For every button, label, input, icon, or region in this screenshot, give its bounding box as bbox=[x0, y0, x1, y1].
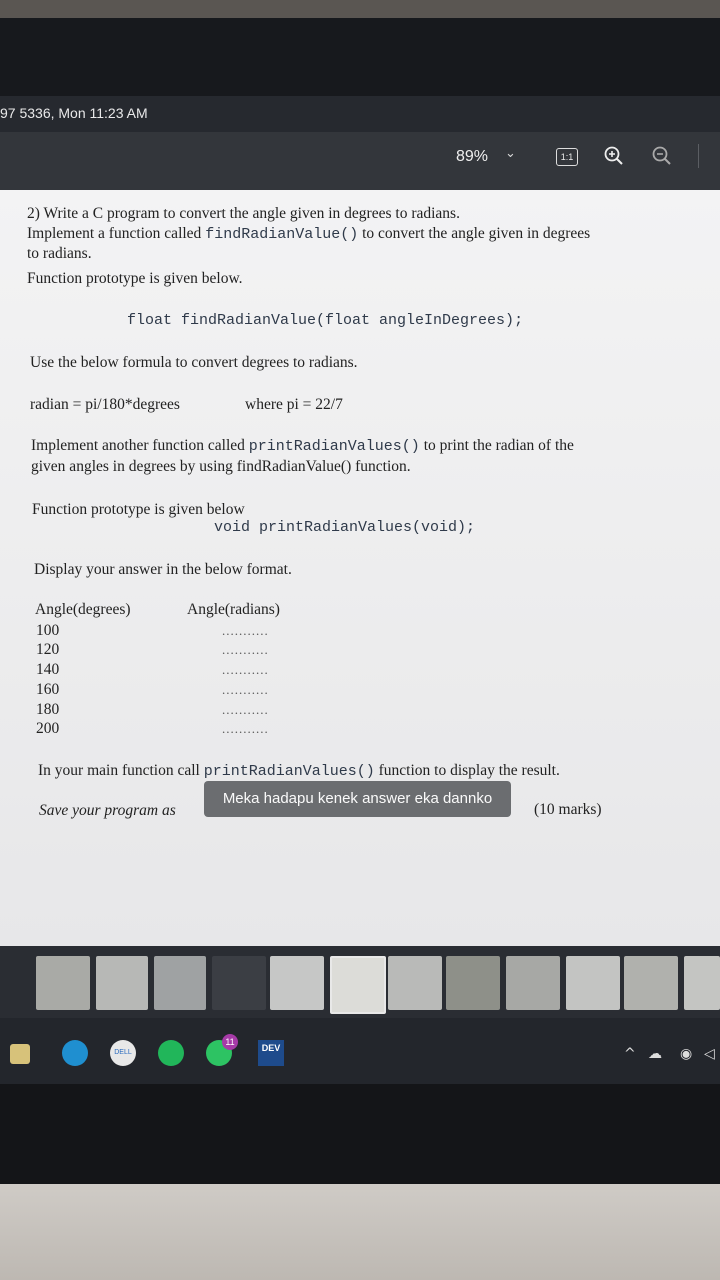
zoom-in-icon[interactable] bbox=[604, 146, 624, 171]
window-title: 97 5336, Mon 11:23 AM bbox=[0, 105, 148, 121]
cloud-icon[interactable]: ☁ bbox=[648, 1046, 662, 1062]
toolbar-divider bbox=[698, 144, 699, 168]
angle-row: 100 bbox=[36, 622, 60, 639]
radian-placeholder: ........... bbox=[222, 662, 269, 677]
window-thumbnail[interactable] bbox=[154, 956, 206, 1010]
question-line-3: to radians. bbox=[27, 245, 92, 262]
angle-row: 160 bbox=[36, 681, 60, 698]
question-line-2: Implement a function called findRadianVa… bbox=[27, 225, 591, 243]
message-toast[interactable]: Meka hadapu kenek answer eka dannko bbox=[204, 781, 511, 817]
globe-icon[interactable]: ◉ bbox=[680, 1046, 692, 1062]
window-thumbnail[interactable] bbox=[446, 956, 500, 1010]
window-thumbnail[interactable] bbox=[270, 956, 324, 1010]
taskbar bbox=[0, 1018, 720, 1084]
dev-cpp-icon[interactable]: DEV bbox=[258, 1040, 284, 1066]
formula-intro: Use the below formula to convert degrees… bbox=[30, 354, 358, 371]
window-thumbnail[interactable] bbox=[506, 956, 560, 1010]
radian-placeholder: ........... bbox=[222, 702, 269, 717]
question-line-4: Function prototype is given below. bbox=[27, 270, 243, 287]
impl2-line-1: Implement another function called printR… bbox=[31, 437, 574, 455]
main-instruction: In your main function call printRadianVa… bbox=[38, 762, 560, 780]
formula-where: where pi = 22/7 bbox=[245, 396, 343, 413]
desk-surface bbox=[0, 1184, 720, 1280]
zoom-level[interactable]: 89% bbox=[456, 148, 488, 166]
actual-size-button[interactable]: 1:1 bbox=[556, 148, 578, 166]
radian-placeholder: ........... bbox=[222, 642, 269, 657]
angle-row: 200 bbox=[36, 720, 60, 737]
prototype-print: void printRadianValues(void); bbox=[214, 519, 476, 536]
edge-icon[interactable] bbox=[62, 1040, 88, 1066]
question-line-1: 2) Write a C program to convert the angl… bbox=[27, 205, 460, 222]
window-thumbnail[interactable] bbox=[96, 956, 148, 1010]
prototype2-intro: Function prototype is given below bbox=[32, 501, 245, 518]
chevron-down-icon[interactable]: ⌄ bbox=[505, 146, 516, 161]
spotify-icon[interactable] bbox=[158, 1040, 184, 1066]
window-thumbnail-active[interactable] bbox=[330, 956, 386, 1014]
monitor-bezel bbox=[0, 0, 720, 18]
window-thumbnail[interactable] bbox=[212, 956, 266, 1010]
angle-row: 120 bbox=[36, 641, 60, 658]
save-instruction: Save your program as bbox=[39, 802, 176, 819]
column-degrees: Angle(degrees) bbox=[35, 601, 131, 618]
window-thumbnail[interactable] bbox=[388, 956, 442, 1010]
prototype-find: float findRadianValue(float angleInDegre… bbox=[127, 312, 524, 329]
whatsapp-badge: 11 bbox=[222, 1034, 238, 1050]
window-thumbnail[interactable] bbox=[684, 956, 720, 1010]
window-thumbnail[interactable] bbox=[624, 956, 678, 1010]
screen-top-area bbox=[0, 18, 720, 96]
marks: (10 marks) bbox=[534, 801, 602, 818]
window-thumbnail[interactable] bbox=[566, 956, 620, 1010]
start-icon[interactable] bbox=[10, 1044, 30, 1064]
window-thumbnail[interactable] bbox=[36, 956, 90, 1010]
angle-row: 180 bbox=[36, 701, 60, 718]
monitor-bottom bbox=[0, 1084, 720, 1184]
radian-placeholder: ........... bbox=[222, 682, 269, 697]
document-page: 2) Write a C program to convert the angl… bbox=[0, 190, 720, 946]
chevron-up-icon[interactable]: ^ bbox=[624, 1046, 636, 1062]
impl2-line-2: given angles in degrees by using findRad… bbox=[31, 458, 411, 475]
angle-row: 140 bbox=[36, 661, 60, 678]
radian-placeholder: ........... bbox=[222, 721, 269, 736]
radian-placeholder: ........... bbox=[222, 623, 269, 638]
column-radians: Angle(radians) bbox=[187, 601, 280, 618]
speaker-icon[interactable]: ◁ bbox=[704, 1046, 715, 1062]
dell-icon[interactable]: DELL bbox=[110, 1040, 136, 1066]
zoom-out-icon[interactable] bbox=[652, 146, 672, 171]
display-intro: Display your answer in the below format. bbox=[34, 561, 292, 578]
formula: radian = pi/180*degrees bbox=[30, 396, 180, 413]
